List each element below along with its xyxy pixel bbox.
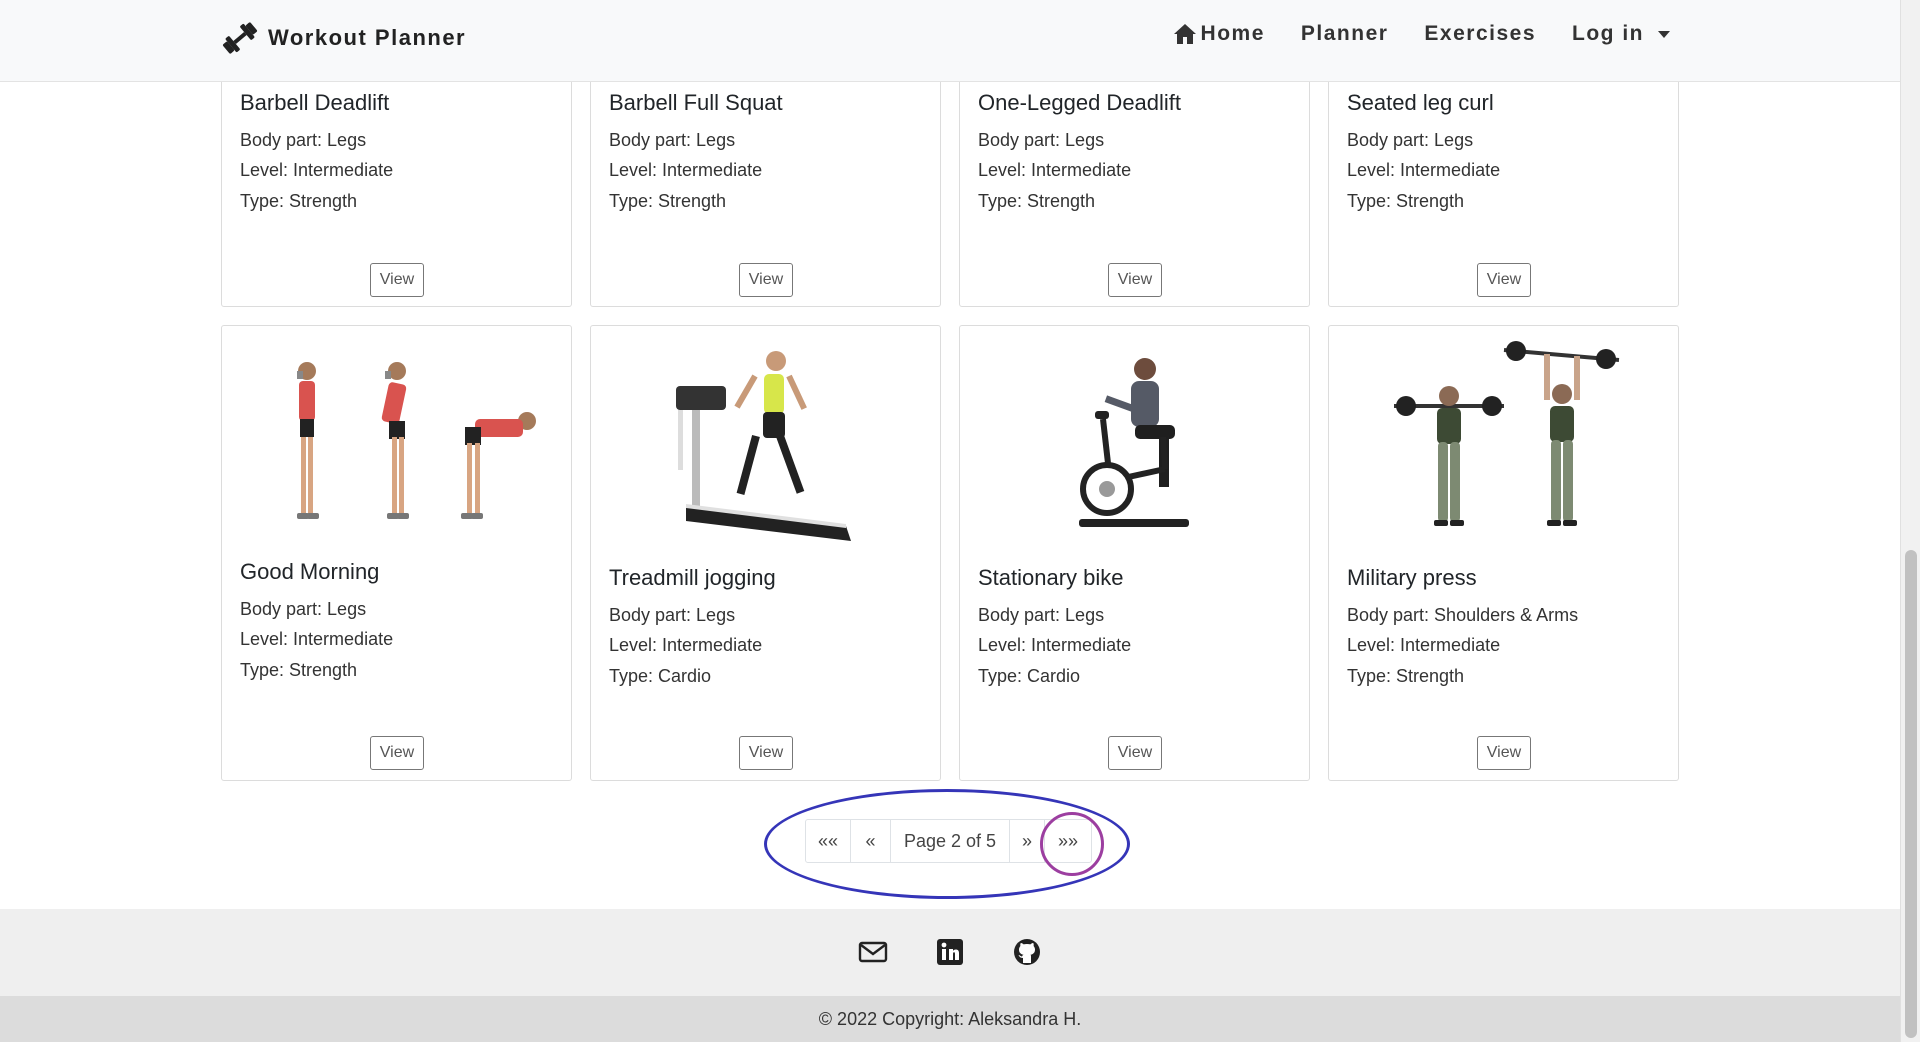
card-title: Barbell Full Squat: [609, 90, 783, 115]
home-icon: [1173, 24, 1196, 44]
view-button[interactable]: View: [1477, 736, 1531, 770]
view-button[interactable]: View: [739, 263, 793, 297]
linkedin-icon[interactable]: [935, 937, 965, 967]
view-button[interactable]: View: [1477, 263, 1531, 297]
card-type: Type: Strength: [609, 191, 727, 211]
card-title: One-Legged Deadlift: [978, 90, 1182, 115]
card-level: Level: Intermediate: [1347, 160, 1501, 180]
card-type: Type: Strength: [240, 191, 358, 211]
brand-name: Workout Planner: [268, 25, 467, 50]
pagination: «« « Page 2 of 5 » »»: [805, 819, 1092, 863]
previous-page-button[interactable]: «: [851, 820, 891, 862]
footer-social: [0, 909, 1900, 996]
card-title: Seated leg curl: [1347, 90, 1494, 115]
next-page-button[interactable]: »: [1010, 820, 1045, 862]
card-type: Type: Strength: [1347, 191, 1465, 211]
card-body-part: Body part: Legs: [609, 605, 736, 625]
top-navbar: Workout Planner Home Planner Exercises L…: [0, 0, 1900, 82]
card-body-part: Body part: Shoulders & Arms: [1347, 605, 1579, 625]
view-button[interactable]: View: [370, 263, 424, 297]
nav-home-label: Home: [1200, 22, 1265, 45]
scrollbar-thumb[interactable]: [1905, 550, 1917, 1038]
github-icon[interactable]: [1012, 937, 1042, 967]
card-body-part: Body part: Legs: [1347, 130, 1474, 150]
mail-icon[interactable]: [858, 937, 888, 967]
caret-down-icon: [1658, 30, 1670, 38]
page-scrollbar[interactable]: [1900, 0, 1920, 1042]
nav-login-dropdown[interactable]: Log in: [1572, 22, 1670, 46]
last-page-button[interactable]: »»: [1045, 820, 1091, 862]
card-title: Military press: [1347, 565, 1477, 590]
view-button[interactable]: View: [739, 736, 793, 770]
card-body-part: Body part: Legs: [978, 605, 1105, 625]
military-press-illustration: [1393, 341, 1619, 526]
view-button[interactable]: View: [1108, 736, 1162, 770]
card-body-part: Body part: Legs: [240, 130, 367, 150]
nav-login-label: Log in: [1572, 22, 1644, 45]
card-title: Stationary bike: [978, 565, 1124, 590]
first-page-button[interactable]: ««: [806, 820, 851, 862]
card-level: Level: Intermediate: [1347, 635, 1501, 655]
copyright-text: © 2022 Copyright: Aleksandra H.: [0, 996, 1900, 1042]
card-title: Treadmill jogging: [609, 565, 776, 590]
card-body-part: Body part: Legs: [978, 130, 1105, 150]
card-level: Level: Intermediate: [978, 160, 1132, 180]
exercise-card: Good Morning Body part: Legs Level: Inte…: [221, 325, 572, 781]
exercise-card: Stationary bike Body part: Legs Level: I…: [959, 325, 1310, 781]
good-morning-image: [222, 326, 571, 556]
stationary-bike-image: [960, 326, 1309, 556]
card-title: Barbell Deadlift: [240, 90, 390, 115]
view-button[interactable]: View: [370, 736, 424, 770]
card-level: Level: Intermediate: [240, 629, 394, 649]
brand-link[interactable]: Workout Planner: [220, 16, 466, 60]
card-body-part: Body part: Legs: [240, 599, 367, 619]
view-button[interactable]: View: [1108, 263, 1162, 297]
treadmill-runner-illustration: [675, 351, 851, 541]
nav-home[interactable]: Home: [1173, 22, 1265, 46]
card-level: Level: Intermediate: [609, 160, 763, 180]
card-title: Good Morning: [240, 559, 380, 584]
card-level: Level: Intermediate: [240, 160, 394, 180]
card-level: Level: Intermediate: [978, 635, 1132, 655]
nav-links: Home Planner Exercises Log in: [1173, 22, 1670, 46]
card-level: Level: Intermediate: [609, 635, 763, 655]
nav-exercises[interactable]: Exercises: [1424, 22, 1536, 46]
page-indicator: Page 2 of 5: [891, 820, 1010, 862]
treadmill-image: [591, 326, 940, 556]
card-type: Type: Strength: [1347, 666, 1465, 686]
card-type: Type: Cardio: [609, 666, 712, 686]
exercise-card: Military press Body part: Shoulders & Ar…: [1328, 325, 1679, 781]
stationary-bike-illustration: [1078, 358, 1189, 527]
card-type: Type: Cardio: [978, 666, 1081, 686]
exercise-card: Treadmill jogging Body part: Legs Level:…: [590, 325, 941, 781]
card-type: Type: Strength: [240, 660, 358, 680]
card-type: Type: Strength: [978, 191, 1096, 211]
dumbbell-icon: [222, 22, 258, 54]
nav-planner[interactable]: Planner: [1301, 22, 1389, 46]
card-body-part: Body part: Legs: [609, 130, 736, 150]
good-morning-illustration: [296, 362, 536, 519]
military-press-image: [1329, 326, 1678, 556]
